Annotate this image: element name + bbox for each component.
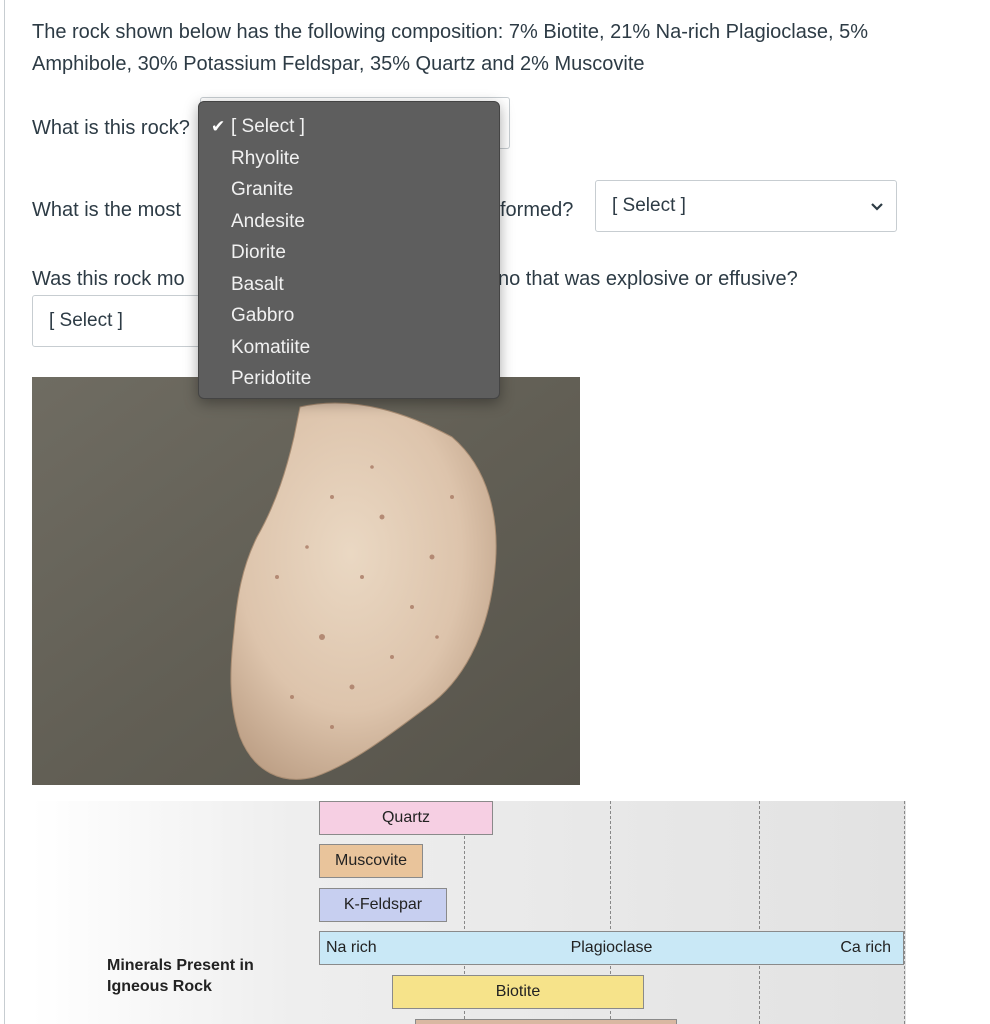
- chart-bar-plagioclase: Na rich Plagioclase Ca rich: [319, 931, 904, 965]
- dropdown-option[interactable]: Diorite: [199, 237, 499, 269]
- chart-bar-kfeldspar: K-Feldspar: [319, 888, 447, 922]
- dropdown-option[interactable]: Rhyolite: [199, 143, 499, 175]
- dropdown-option[interactable]: ✔ [ Select ]: [199, 111, 499, 143]
- mineral-chart: Quartz Muscovite K-Feldspar Na rich Plag…: [32, 801, 906, 1024]
- checkmark-icon: ✔: [211, 117, 226, 136]
- chart-bar-amphibole: [415, 1019, 677, 1024]
- dropdown-option-label: Andesite: [231, 210, 305, 232]
- question-eruption-right: no that was explosive or effusive?: [498, 268, 798, 290]
- chart-label-ca-rich: Ca rich: [840, 939, 891, 956]
- rock-name-dropdown-list[interactable]: ✔ [ Select ] Rhyolite Granite Andesite Diorit…: [198, 101, 500, 399]
- chart-bar-muscovite: Muscovite: [319, 844, 423, 878]
- eruption-select-value: [ Select ]: [49, 310, 123, 331]
- chart-bar-biotite: Biotite: [392, 975, 644, 1009]
- chart-gridline: [904, 801, 905, 1024]
- question-formation-left: What is the most: [32, 199, 181, 221]
- dropdown-option[interactable]: Andesite: [199, 206, 499, 238]
- dropdown-option-label: Peridotite: [231, 368, 312, 389]
- formation-select[interactable]: [ Select ]: [595, 180, 897, 232]
- rock-photo: [32, 377, 580, 785]
- question-rock-name: What is this rock?: [32, 117, 190, 139]
- dropdown-option[interactable]: Peridotite: [199, 363, 499, 395]
- chart-row-label: Minerals Present in Igneous Rock: [107, 957, 254, 995]
- chart-label-na-rich: Na rich: [326, 939, 377, 956]
- dropdown-option-label: Basalt: [231, 273, 284, 295]
- chevron-down-icon: [871, 203, 883, 211]
- question-formation-right: formed?: [500, 199, 574, 221]
- chart-label-plagioclase: Plagioclase: [570, 939, 653, 956]
- question-eruption-left: Was this rock mo: [32, 268, 185, 290]
- dropdown-option-label: Komatiite: [231, 336, 311, 358]
- dropdown-option[interactable]: Komatiite: [199, 332, 499, 364]
- dropdown-option-label: Diorite: [231, 242, 286, 263]
- dropdown-option[interactable]: Granite: [199, 174, 499, 206]
- dropdown-option-label: Rhyolite: [231, 147, 300, 169]
- formation-select-value: [ Select ]: [612, 195, 686, 216]
- question-intro: The rock shown below has the following c…: [32, 21, 868, 75]
- dropdown-option[interactable]: Gabbro: [199, 300, 499, 332]
- dropdown-option-label: Gabbro: [231, 305, 295, 326]
- question-formation: What is the most formed?: [32, 194, 573, 226]
- dropdown-option[interactable]: Basalt: [199, 269, 499, 301]
- chart-bar-quartz: Quartz: [319, 801, 493, 835]
- content-border: [4, 0, 5, 1024]
- dropdown-option-label: [ Select ]: [231, 116, 305, 137]
- question-eruption: Was this rock mo no that was explosive o…: [32, 263, 798, 295]
- dropdown-option-label: Granite: [231, 179, 294, 200]
- chart-gridline: [759, 801, 760, 1024]
